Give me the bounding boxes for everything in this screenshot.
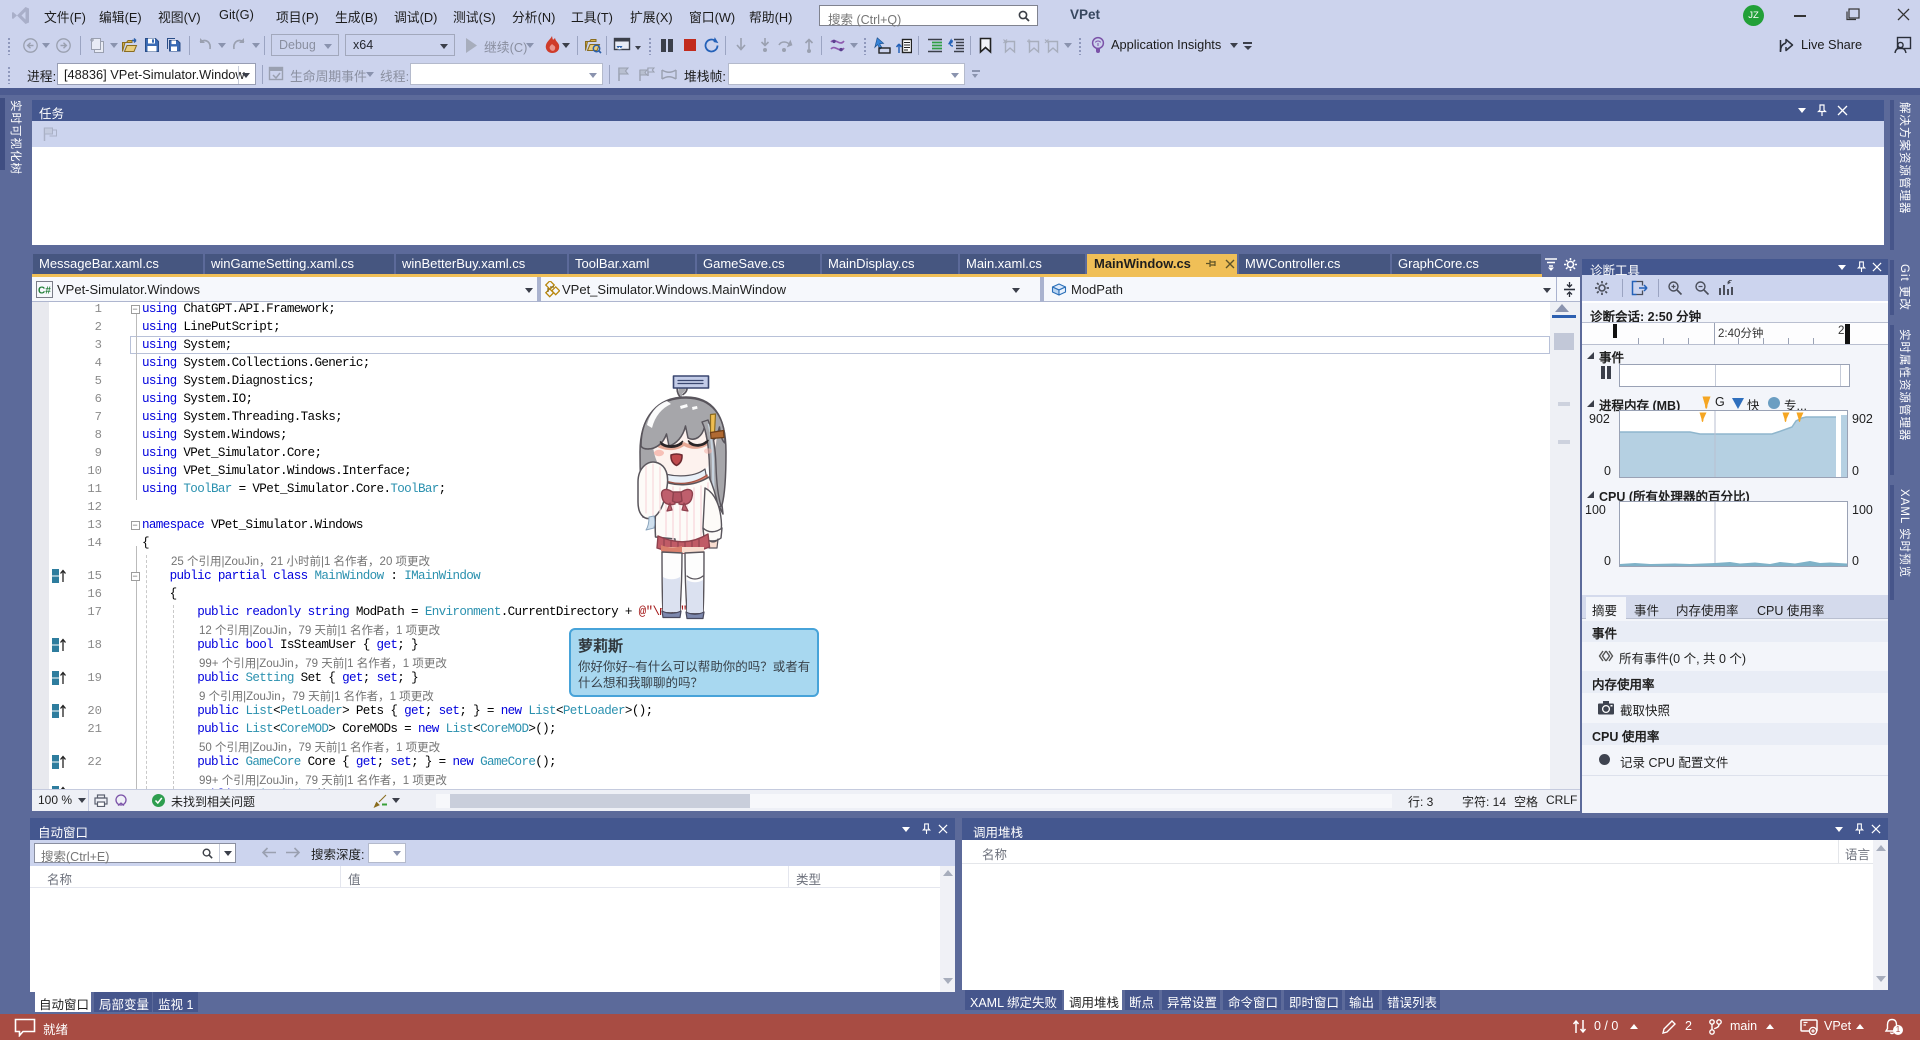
svg-text:C#: C#	[38, 285, 51, 296]
